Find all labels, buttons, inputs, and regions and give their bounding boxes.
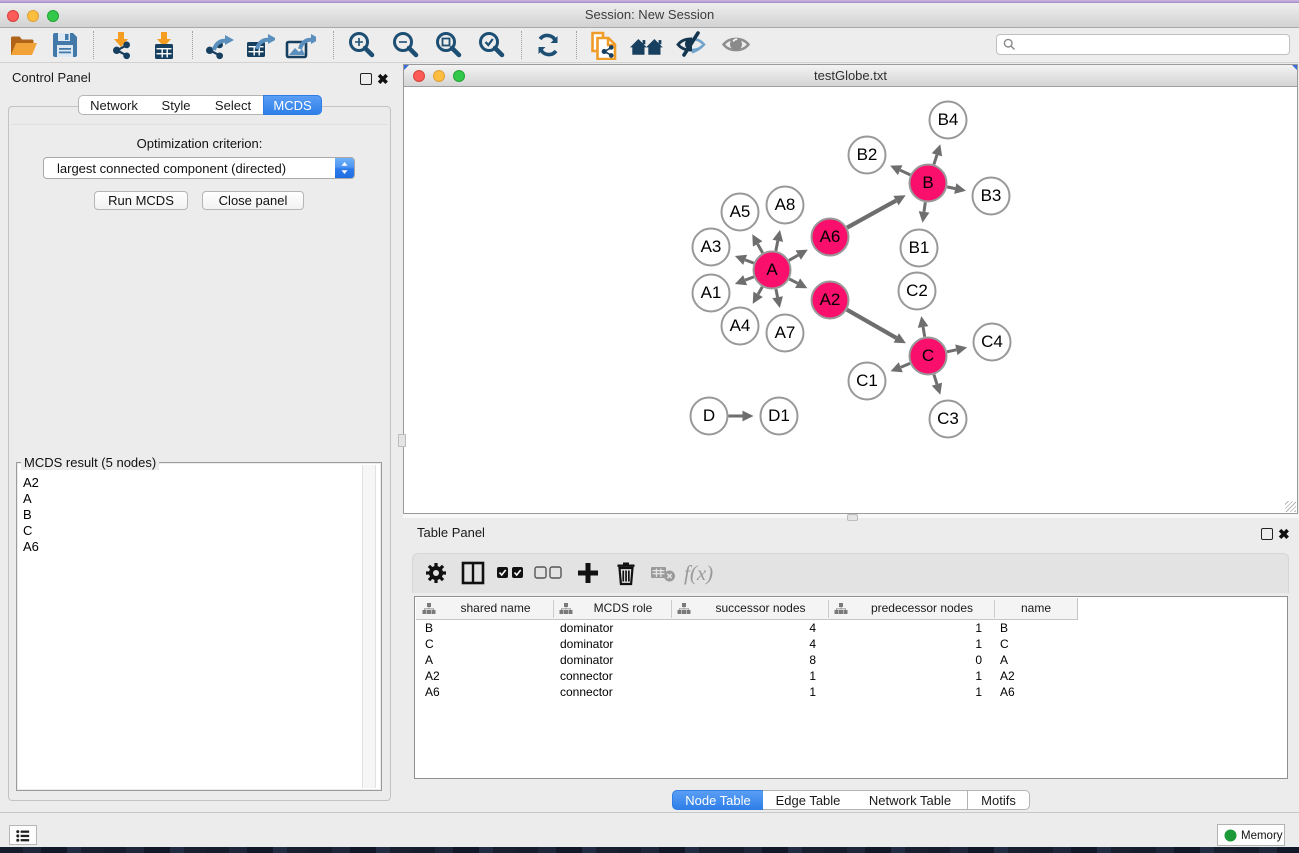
svg-text:C1: C1 (856, 371, 878, 390)
svg-text:A7: A7 (775, 323, 796, 342)
svg-text:A8: A8 (775, 195, 796, 214)
svg-text:B2: B2 (857, 145, 878, 164)
svg-text:C3: C3 (937, 409, 959, 428)
svg-text:C4: C4 (981, 332, 1003, 351)
svg-text:B3: B3 (981, 186, 1002, 205)
svg-text:A6: A6 (820, 227, 841, 246)
svg-text:A: A (766, 260, 778, 279)
svg-text:A3: A3 (701, 237, 722, 256)
svg-text:A2: A2 (820, 290, 841, 309)
svg-text:B: B (922, 173, 933, 192)
svg-text:A1: A1 (701, 283, 722, 302)
svg-text:A4: A4 (730, 316, 751, 335)
svg-text:B4: B4 (938, 110, 959, 129)
svg-text:D: D (703, 406, 715, 425)
svg-text:f(x): f(x) (684, 561, 713, 585)
svg-text:A5: A5 (730, 202, 751, 221)
svg-text:D1: D1 (768, 406, 790, 425)
svg-text:C: C (922, 346, 934, 365)
svg-text:B1: B1 (909, 238, 930, 257)
svg-text:C2: C2 (906, 281, 928, 300)
